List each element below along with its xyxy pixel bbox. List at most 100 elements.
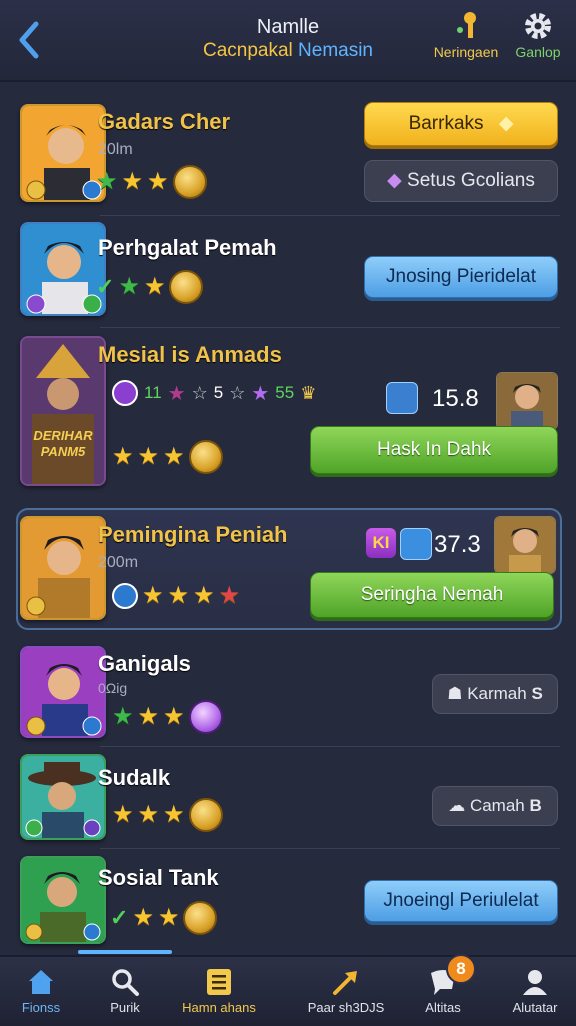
arrow-icon [294, 967, 398, 997]
stat-value: 5 [213, 383, 224, 402]
star-icon: ★ [112, 703, 134, 730]
action-button[interactable]: Seringha Nemah [310, 572, 554, 618]
tab-label: Hamn ahans [182, 1000, 256, 1015]
checkmark-icon: ✓ [96, 274, 115, 299]
rating-stars: ★ ★ ★ [112, 798, 223, 832]
star-icon: ★ [112, 443, 134, 470]
tab-list[interactable]: Hamn ahans [170, 957, 268, 1026]
bottom-nav: Fionss Purik Hamn ahans Paar sh3DJS Alti… [0, 955, 576, 1026]
character-subtitle: 0Ωig [98, 680, 128, 696]
character-name: Gadars Cher [98, 109, 231, 134]
coin-icon [188, 700, 223, 734]
tab-arrow[interactable]: Paar sh3DJS [294, 957, 398, 1026]
character-name: Perhgalat Pemah [98, 235, 277, 260]
star-icon: ★ [112, 801, 134, 828]
header-button-1-label: Neringaen [433, 44, 499, 60]
character-subtitle: 200m [98, 554, 139, 571]
top-bar: Namlle Cacnpakal Nemasin Neringaen Ganlo… [0, 0, 576, 82]
button-label: Setus Gcolians [407, 170, 535, 191]
star-icon: ★ [137, 443, 160, 470]
checkmark-icon: ✓ [110, 905, 129, 930]
rating-stars: ★ ★ ★ [96, 165, 207, 199]
header-button-2[interactable]: Ganlop [510, 10, 566, 60]
avatar[interactable] [496, 372, 558, 430]
power-value: 37.3 [434, 531, 481, 558]
gear-icon [510, 10, 566, 42]
ghost-icon: ☗ [447, 684, 463, 703]
tab-label: Paar sh3DJS [307, 1000, 385, 1015]
character-name: Sudalk [98, 765, 171, 790]
notification-badge: 8 [446, 954, 476, 984]
star-icon: ★ [163, 443, 185, 470]
gem-icon: ◆ [387, 170, 402, 191]
rating-stars: ✓ ★ ★ [96, 270, 204, 304]
character-portrait[interactable] [20, 754, 106, 840]
stat-value: 55 [275, 383, 295, 402]
star-icon: ★ [167, 582, 190, 609]
character-name: Pemingina Peniah [98, 522, 288, 547]
coin-icon [188, 440, 223, 474]
svg-text:DERIHAR: DERIHAR [33, 428, 93, 443]
header-button-2-label: Ganlop [515, 44, 561, 60]
profile-icon [494, 967, 576, 997]
divider [100, 215, 560, 216]
star-icon: ★ [143, 273, 166, 300]
avatar[interactable] [494, 516, 556, 574]
primary-action-button[interactable]: Barrkaks ◆ [364, 102, 558, 146]
coin-icon [169, 270, 204, 304]
action-button[interactable]: ☗ Karmah S [432, 674, 558, 714]
header-button-1[interactable]: Neringaen [430, 10, 502, 60]
star-icon: ★ [132, 904, 154, 931]
button-suffix: S [531, 684, 543, 703]
tab-profile[interactable]: Alutatar [494, 957, 576, 1026]
character-portrait[interactable]: DERIHAR PANM5 [20, 336, 106, 486]
active-tab-indicator [78, 950, 172, 954]
character-name: Ganigals [98, 651, 191, 676]
tab-label: Fionss [21, 1000, 61, 1015]
action-button[interactable]: Jnoeingl Periulelat [364, 880, 558, 922]
coin-icon [183, 901, 218, 935]
character-subtitle: 20lm [98, 141, 133, 158]
star-icon: ★ [157, 904, 180, 931]
circle-badge-icon [112, 380, 138, 406]
star-icon: ★ [218, 582, 241, 609]
tab-home[interactable]: Fionss [0, 957, 82, 1026]
character-portrait[interactable] [20, 646, 106, 738]
rating-stars: ★ ★ ★ [112, 700, 223, 734]
rank-badge: KI [366, 528, 396, 558]
home-icon [0, 967, 82, 997]
star-icon: ★ [96, 168, 118, 195]
star-icon: ★ [118, 273, 140, 300]
circle-badge-icon [112, 583, 138, 609]
character-portrait[interactable] [20, 222, 106, 316]
character-portrait[interactable] [20, 516, 106, 620]
character-portrait[interactable] [20, 104, 106, 202]
action-button[interactable]: Hask In Dahk [310, 426, 558, 474]
diamond-icon: ◆ [498, 113, 514, 134]
star-icon: ★ [137, 801, 160, 828]
divider [100, 327, 560, 328]
shield-badge-icon [386, 382, 418, 414]
character-portrait[interactable] [20, 856, 106, 944]
action-button[interactable]: Jnosing Pieridelat [364, 256, 558, 298]
crown-icon: ♛ [300, 382, 317, 403]
search-icon [84, 967, 166, 997]
action-button[interactable]: ☁ Camah B [432, 786, 558, 826]
coin-icon [188, 798, 223, 832]
star-icon: ★ [163, 801, 185, 828]
rating-stars: ★ ★ ★ ★ [112, 583, 240, 609]
list-icon [170, 967, 268, 997]
tab-label: Purik [110, 1000, 140, 1015]
star-outline-icon: ☆ [229, 382, 246, 403]
button-label: Karmah [467, 684, 527, 703]
subtitle-part-2: Nemasin [298, 40, 374, 61]
tab-search[interactable]: Purik [84, 957, 166, 1026]
star-icon: ★ [137, 703, 160, 730]
button-label: Barrkaks [408, 113, 484, 134]
star-icon: ★ [142, 582, 164, 609]
character-name: Mesial is Anmads [98, 342, 282, 367]
secondary-action-button[interactable]: ◆ Setus Gcolians [364, 160, 558, 202]
power-value: 15.8 [432, 385, 479, 412]
star-icon: ★ [167, 382, 186, 405]
character-name: Sosial Tank [98, 865, 219, 890]
